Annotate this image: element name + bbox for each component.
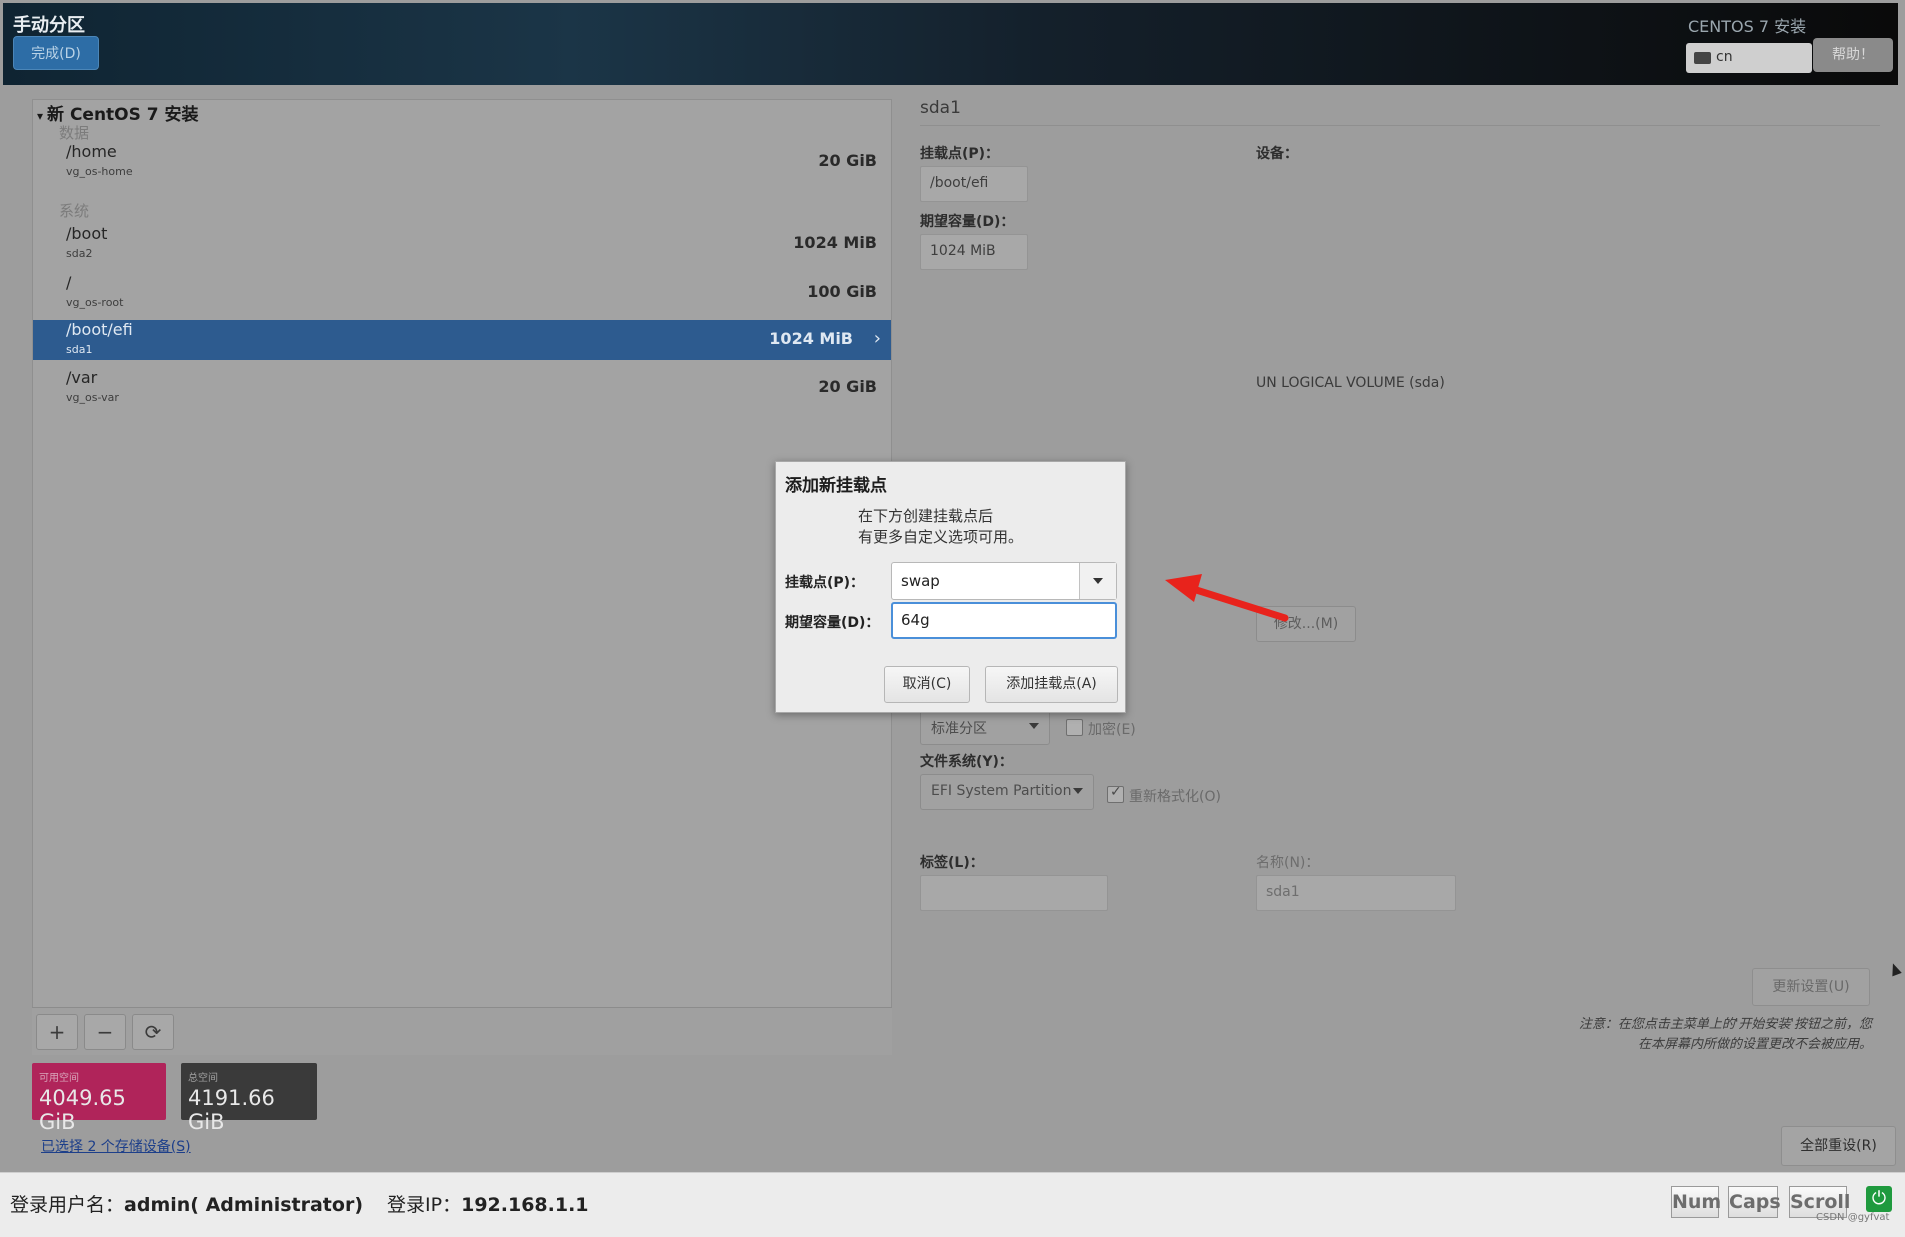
dialog-capacity-label: 期望容量(D)： (785, 615, 880, 631)
mouse-cursor-icon (1888, 961, 1902, 977)
dialog-mount-point-combo[interactable]: swap (891, 562, 1117, 600)
name-label: 名称(N)： (1256, 855, 1320, 871)
device-type-value: 标准分区 (931, 721, 987, 737)
device-name: vg_os-home (66, 165, 133, 178)
reset-all-button[interactable]: 全部重设(R) (1781, 1126, 1896, 1166)
device-description: UN LOGICAL VOLUME (sda) (1256, 375, 1445, 391)
user-label: 登录用户名： (10, 1194, 125, 1216)
dialog-title: 添加新挂载点 (785, 476, 887, 496)
divider (920, 125, 1880, 126)
mount-point: / (66, 273, 72, 292)
num-lock-indicator[interactable]: Num (1671, 1186, 1721, 1218)
apply-note-line: 在本屏幕内所做的设置更改不会被应用。 (1637, 1037, 1872, 1052)
capacity-label: 期望容量(D)： (920, 214, 1015, 230)
total-space-badge: 总空间 4191.66 GiB (181, 1063, 317, 1134)
add-mount-point-dialog: 添加新挂载点 在下方创建挂载点后 有更多自定义选项可用。 挂载点(P)： swa… (775, 461, 1126, 713)
chevron-down-icon (1073, 788, 1083, 794)
chevron-down-icon (1029, 723, 1039, 729)
device-type-select[interactable]: 标准分区 (920, 709, 1050, 745)
partition-row-var[interactable]: /var vg_os-var 20 GiB (33, 368, 891, 408)
dialog-description-line: 有更多自定义选项可用。 (858, 528, 1024, 546)
mount-point: /var (66, 368, 98, 387)
device-name: sda2 (66, 247, 93, 260)
mount-point: /boot (66, 224, 108, 243)
partition-size: 20 GiB (818, 377, 877, 396)
partition-size: 100 GiB (807, 282, 877, 301)
available-space-label: 可用空间 (39, 1073, 79, 1084)
installer-name: CENTOS 7 安装 (1688, 17, 1807, 36)
page-title: 手动分区 (13, 15, 85, 36)
header-bar: 手动分区 完成(D) CENTOS 7 安装 cn 帮助！ (3, 3, 1898, 85)
encrypt-label: 加密(E) (1088, 722, 1136, 738)
status-bar: 登录用户名：admin( Administrator) 登录IP：192.168… (0, 1172, 1905, 1237)
available-space-badge: 可用空间 4049.65 GiB (32, 1063, 166, 1134)
partition-row-home[interactable]: /home vg_os-home 20 GiB (33, 142, 891, 182)
reformat-label: 重新格式化(O) (1129, 789, 1221, 805)
filesystem-label: 文件系统(Y)： (920, 754, 1013, 770)
add-partition-button[interactable]: + (36, 1014, 78, 1050)
cancel-button[interactable]: 取消(C) (884, 666, 970, 703)
annotation-arrow-icon (1165, 574, 1289, 622)
available-space-value: 4049.65 GiB (39, 1086, 126, 1134)
name-field[interactable]: sda1 (1256, 875, 1456, 911)
add-mount-point-button[interactable]: 添加挂载点(A) (985, 666, 1118, 703)
device-name: sda1 (66, 343, 93, 356)
login-info: 登录用户名：admin( Administrator) 登录IP：192.168… (10, 1190, 589, 1217)
dialog-mount-label: 挂载点(P)： (785, 575, 865, 591)
installer-window: 手动分区 完成(D) CENTOS 7 安装 cn 帮助！ ▾ 新 CentOS … (0, 0, 1905, 1237)
chevron-down-icon[interactable] (1079, 563, 1116, 599)
filesystem-select[interactable]: EFI System Partition (920, 774, 1094, 810)
dialog-description: 在下方创建挂载点后 有更多自定义选项可用。 (858, 506, 1023, 548)
encrypt-checkbox[interactable] (1066, 719, 1083, 736)
partition-row-boot-efi[interactable]: /boot/efi sda1 1024 MiB › (33, 320, 891, 360)
partition-size: 20 GiB (818, 151, 877, 170)
device-name: vg_os-root (66, 296, 124, 309)
dialog-mount-point-value[interactable]: swap (901, 572, 940, 590)
selected-storage-link[interactable]: 已选择 2 个存储设备(S) (41, 1136, 191, 1156)
help-button[interactable]: 帮助！ (1813, 38, 1893, 72)
refresh-button[interactable]: ⟳ (132, 1014, 174, 1050)
partition-size: 1024 MiB (793, 233, 877, 252)
tag-label: 标签(L)： (920, 855, 984, 871)
filesystem-value: EFI System Partition (931, 783, 1072, 799)
remove-partition-button[interactable]: − (84, 1014, 126, 1050)
power-icon[interactable]: ⏻ (1866, 1186, 1892, 1212)
mount-point: /home (66, 142, 117, 161)
apply-note-line: 注意：在您点击主菜单上的'开始安装'按钮之前，您 (1578, 1017, 1872, 1032)
device-label: 设备： (1256, 146, 1298, 162)
group-label-system: 系统 (59, 202, 90, 220)
total-space-label: 总空间 (188, 1073, 218, 1084)
user-value: admin( Administrator) (124, 1194, 363, 1216)
capacity-field[interactable]: 1024 MiB (920, 234, 1028, 270)
total-space-value: 4191.66 GiB (188, 1086, 275, 1134)
device-name: vg_os-var (66, 391, 119, 404)
partition-toolbar: + − ⟳ (32, 1007, 892, 1055)
watermark: CSDN @gyfvat (1816, 1212, 1890, 1223)
group-label-data: 数据 (59, 124, 90, 142)
update-settings-button[interactable]: 更新设置(U) (1752, 968, 1870, 1006)
apply-note: 注意：在您点击主菜单上的'开始安装'按钮之前，您 在本屏幕内所做的设置更改不会被… (1412, 1015, 1872, 1055)
mount-point-field[interactable]: /boot/efi (920, 166, 1028, 202)
dialog-description-line: 在下方创建挂载点后 (858, 507, 994, 525)
keyboard-layout-indicator[interactable]: cn (1686, 43, 1812, 73)
chevron-right-icon: › (873, 328, 881, 349)
mount-point-label: 挂载点(P)： (920, 146, 1000, 162)
ip-value: 192.168.1.1 (461, 1194, 589, 1216)
tag-field[interactable] (920, 875, 1108, 911)
mount-point: /boot/efi (66, 320, 133, 339)
device-title: sda1 (920, 98, 961, 118)
ip-label: 登录IP： (387, 1194, 462, 1216)
partition-row-boot[interactable]: /boot sda2 1024 MiB (33, 224, 891, 264)
reformat-checkbox[interactable] (1107, 784, 1124, 803)
caps-lock-indicator[interactable]: Caps (1728, 1186, 1781, 1218)
partition-row-root[interactable]: / vg_os-root 100 GiB (33, 273, 891, 313)
keyboard-layout-label: cn (1716, 49, 1733, 65)
partition-tree: ▾ 新 CentOS 7 安装 数据 /home vg_os-home 20 Gi… (32, 99, 892, 1054)
partition-size: 1024 MiB (769, 329, 853, 348)
dialog-capacity-input[interactable]: 64g (891, 602, 1117, 639)
expander-down-icon[interactable]: ▾ (37, 109, 43, 123)
done-button[interactable]: 完成(D) (13, 36, 99, 70)
keyboard-icon (1694, 52, 1711, 64)
